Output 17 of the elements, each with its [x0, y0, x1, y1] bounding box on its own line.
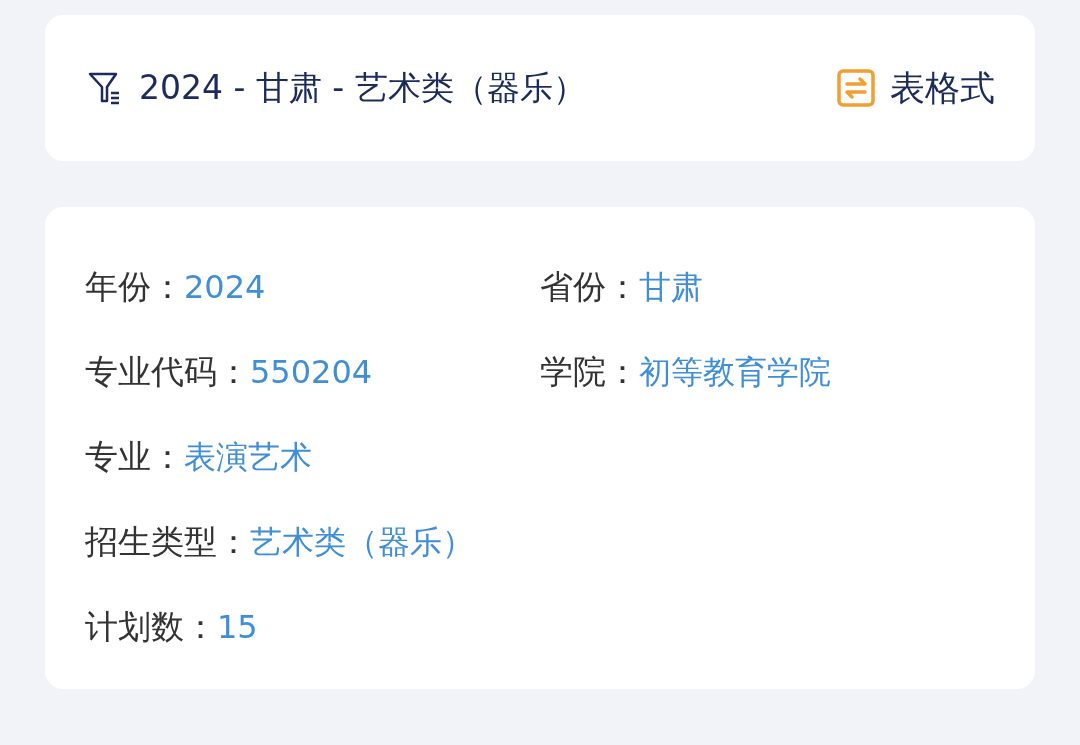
- field-label: 年份：: [85, 266, 184, 306]
- switch-icon: [836, 68, 876, 108]
- field-label: 专业代码：: [85, 351, 250, 391]
- field-value: 初等教育学院: [639, 352, 831, 391]
- field-value: 甘肃: [639, 267, 703, 306]
- field-value: 2024: [184, 267, 266, 306]
- field-label: 计划数：: [85, 606, 217, 646]
- field-label: 招生类型：: [85, 521, 250, 561]
- field-label: 专业：: [85, 436, 184, 476]
- field-value: 550204: [250, 352, 373, 391]
- field-label: 省份：: [540, 266, 639, 306]
- field-value: 艺术类（器乐）: [250, 522, 474, 561]
- field-value: 15: [217, 607, 258, 646]
- filter-summary: 2024 - 甘肃 - 艺术类（器乐）: [139, 66, 586, 109]
- view-toggle-button[interactable]: 表格式: [836, 64, 995, 112]
- field-value: 表演艺术: [184, 437, 312, 476]
- field-label: 学院：: [540, 351, 639, 391]
